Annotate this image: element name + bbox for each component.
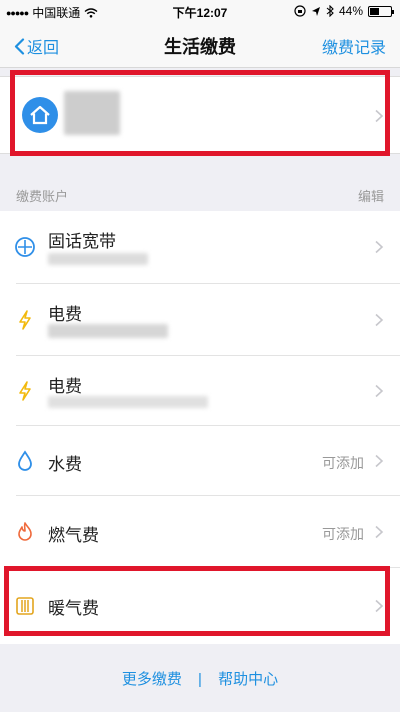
list-item-electricity-1[interactable]: 电费 [0, 284, 400, 356]
lightning-icon [19, 310, 31, 330]
chevron-right-icon [375, 109, 384, 123]
section-header: 缴费账户 编辑 [0, 175, 400, 211]
chevron-right-icon [375, 454, 384, 468]
chevron-right-icon [375, 384, 384, 398]
section-label: 缴费账户 [16, 189, 69, 204]
redacted-account [48, 396, 208, 408]
orientation-lock-icon [294, 5, 306, 17]
redacted-account [48, 253, 148, 265]
status-right: 44% [294, 4, 394, 18]
redacted-account [48, 324, 168, 338]
chevron-right-icon [375, 525, 384, 539]
list-item-heating[interactable]: 暖气费 [0, 568, 400, 644]
water-drop-icon [18, 450, 32, 471]
list-item-water[interactable]: 水费 可添加 [0, 426, 400, 496]
chevron-right-icon [375, 599, 384, 613]
item-name: 水费 [48, 455, 82, 474]
help-center-link[interactable]: 帮助中心 [218, 671, 278, 688]
item-name: 暖气费 [48, 599, 99, 618]
add-status: 可添加 [322, 455, 364, 471]
list-item-gas[interactable]: 燃气费 可添加 [0, 496, 400, 568]
payment-history-button[interactable]: 缴费记录 [322, 34, 386, 58]
footer: 更多缴费 | 帮助中心 [0, 644, 400, 712]
item-name: 电费 [48, 377, 82, 396]
item-name: 固话宽带 [48, 232, 116, 251]
battery-icon [368, 5, 394, 17]
status-bar: ●●●●● 中国联通 下午12:07 44% [0, 0, 400, 22]
battery-percent: 44% [338, 4, 363, 18]
redacted-address [64, 91, 120, 135]
footer-divider: | [198, 671, 202, 688]
flame-icon [18, 522, 32, 541]
location-arrow-icon [311, 6, 320, 16]
home-address-card[interactable] [0, 76, 400, 154]
radiator-icon [16, 597, 34, 615]
nav-bar: 返回 生活缴费 缴费记录 [0, 22, 400, 68]
list-item-broadband[interactable]: 固话宽带 [0, 211, 400, 284]
more-payments-link[interactable]: 更多缴费 [122, 671, 182, 688]
chevron-right-icon [375, 240, 384, 254]
footer-links: 更多缴费 | 帮助中心 [0, 668, 400, 689]
add-status: 可添加 [322, 526, 364, 542]
battery-fill [370, 7, 379, 15]
item-name: 燃气费 [48, 526, 99, 545]
item-name: 电费 [48, 305, 82, 324]
list-item-electricity-2[interactable]: 电费 [0, 356, 400, 426]
edit-button[interactable]: 编辑 [358, 186, 384, 205]
bluetooth-icon [326, 5, 334, 17]
phone-broadband-icon [15, 237, 35, 257]
chevron-right-icon [375, 313, 384, 327]
lightning-icon [19, 381, 31, 401]
home-icon [22, 97, 58, 133]
